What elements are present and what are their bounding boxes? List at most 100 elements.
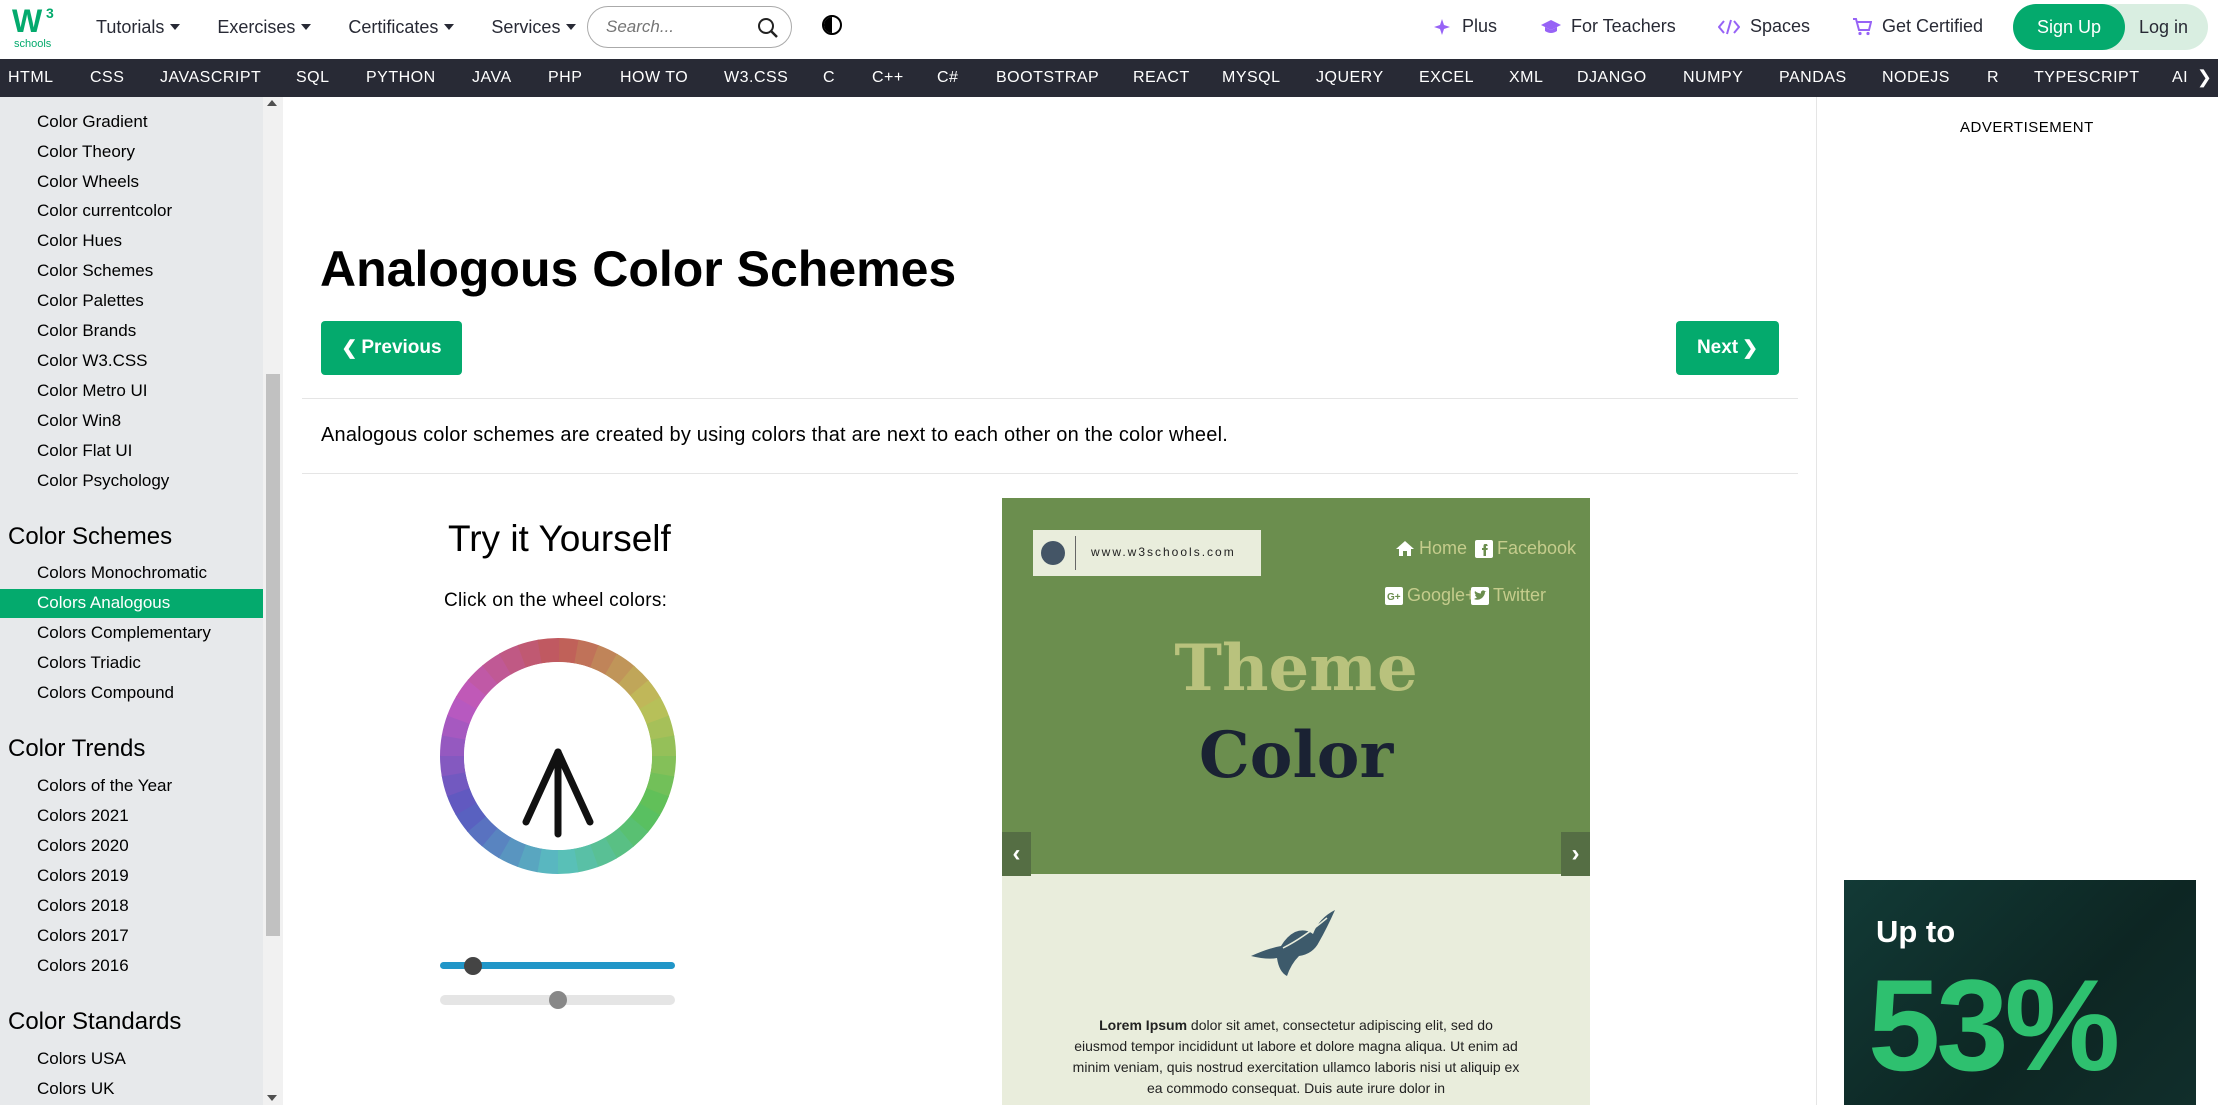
- menu-services[interactable]: Services: [491, 17, 577, 38]
- intro-text: Analogous color schemes are created by u…: [321, 424, 1228, 446]
- sidebar-item-color-brands[interactable]: Color Brands: [37, 321, 136, 341]
- theme-link-home[interactable]: Home: [1395, 538, 1467, 559]
- topic-csharp[interactable]: C#: [937, 69, 958, 87]
- topic-java[interactable]: JAVA: [472, 69, 512, 87]
- sidebar-item-color-schemes[interactable]: Color Schemes: [37, 261, 153, 281]
- sidebar-item-colors-analogous[interactable]: Colors Analogous: [0, 589, 263, 618]
- next-button[interactable]: Next ❯: [1676, 321, 1779, 375]
- sidebar-item-colors-compound[interactable]: Colors Compound: [37, 683, 174, 703]
- cart-icon: [1853, 17, 1872, 35]
- graduation-cap-icon: [1541, 19, 1561, 33]
- sidebar-item-color-metro-ui[interactable]: Color Metro UI: [37, 381, 148, 401]
- sidebar-item-color-palettes[interactable]: Color Palettes: [37, 291, 144, 311]
- search-icon[interactable]: [757, 17, 779, 39]
- sidebar: Color Gradient Color Theory Color Wheels…: [0, 97, 283, 1105]
- lightness-slider-handle[interactable]: [463, 957, 482, 975]
- caret-down-icon: [301, 24, 312, 30]
- topic-python[interactable]: PYTHON: [366, 69, 436, 87]
- topic-sql[interactable]: SQL: [296, 69, 330, 87]
- signup-button[interactable]: Sign Up: [2013, 4, 2125, 50]
- sidebar-item-color-wheels[interactable]: Color Wheels: [37, 172, 139, 192]
- sidebar-item-colors-usa[interactable]: Colors USA: [37, 1049, 126, 1069]
- topic-php[interactable]: PHP: [548, 69, 582, 87]
- theme-link-twitter[interactable]: Twitter: [1471, 585, 1546, 606]
- sidebar-item-color-w3css[interactable]: Color W3.CSS: [37, 351, 148, 371]
- sidebar-item-colors-2018[interactable]: Colors 2018: [37, 896, 129, 916]
- theme-slide-prev-arrow-icon[interactable]: ‹: [1002, 832, 1031, 876]
- top-navigation: W 3 schools Tutorials Exercises Certific…: [0, 0, 2218, 59]
- theme-link-googleplus[interactable]: G+ Google+: [1385, 585, 1476, 606]
- topic-nodejs[interactable]: NODEJS: [1882, 69, 1950, 87]
- twitter-icon: [1471, 586, 1489, 605]
- sidebar-item-color-theory[interactable]: Color Theory: [37, 142, 135, 162]
- get-certified-link[interactable]: Get Certified: [1852, 16, 1983, 37]
- dark-mode-toggle-icon[interactable]: [822, 15, 842, 35]
- sidebar-scrollbar-thumb[interactable]: [266, 374, 280, 936]
- globe-icon: [1041, 541, 1065, 565]
- previous-button[interactable]: ❮ Previous: [321, 321, 462, 375]
- sidebar-item-color-gradient[interactable]: Color Gradient: [37, 112, 148, 132]
- topic-cpp[interactable]: C++: [872, 69, 904, 87]
- try-it-instructions: Click on the wheel colors:: [444, 590, 668, 611]
- scroll-down-arrow-icon[interactable]: [267, 1095, 277, 1101]
- sidebar-item-colors-of-the-year[interactable]: Colors of the Year: [37, 776, 172, 796]
- theme-slide-next-arrow-icon[interactable]: ›: [1561, 832, 1590, 876]
- sidebar-item-color-win8[interactable]: Color Win8: [37, 411, 121, 431]
- sidebar-item-colors-complementary[interactable]: Colors Complementary: [37, 623, 211, 643]
- sidebar-item-color-flat-ui[interactable]: Color Flat UI: [37, 441, 132, 461]
- color-wheel[interactable]: [438, 636, 678, 876]
- theme-link-facebook[interactable]: Facebook: [1475, 538, 1576, 559]
- topic-css[interactable]: CSS: [90, 69, 124, 87]
- topic-xml[interactable]: XML: [1509, 69, 1543, 87]
- sidebar-item-color-psychology[interactable]: Color Psychology: [37, 471, 169, 491]
- w3schools-logo[interactable]: W 3 schools: [10, 2, 60, 52]
- search-box[interactable]: [587, 6, 792, 48]
- topic-bootstrap[interactable]: BOOTSTRAP: [996, 69, 1099, 87]
- topic-jquery[interactable]: JQUERY: [1316, 69, 1384, 87]
- caret-down-icon: [170, 24, 181, 30]
- menu-certificates[interactable]: Certificates: [348, 17, 455, 38]
- chevron-right-icon[interactable]: ❯: [2197, 67, 2212, 88]
- theme-heading-theme: Theme: [1174, 631, 1418, 706]
- sidebar-item-colors-2021[interactable]: Colors 2021: [37, 806, 129, 826]
- topic-javascript[interactable]: JAVASCRIPT: [160, 69, 261, 87]
- menu-exercises[interactable]: Exercises: [217, 17, 312, 38]
- sidebar-item-colors-2019[interactable]: Colors 2019: [37, 866, 129, 886]
- divider: [302, 473, 1798, 474]
- theme-heading-color: Color: [1198, 718, 1394, 793]
- topic-django[interactable]: DJANGO: [1577, 69, 1647, 87]
- main-menu: Tutorials Exercises Certificates Service…: [96, 0, 613, 54]
- sidebar-item-colors-2017[interactable]: Colors 2017: [37, 926, 129, 946]
- sidebar-item-color-hues[interactable]: Color Hues: [37, 231, 122, 251]
- topic-react[interactable]: REACT: [1133, 69, 1190, 87]
- topic-howto[interactable]: HOW TO: [620, 69, 688, 87]
- sidebar-item-colors-2016[interactable]: Colors 2016: [37, 956, 129, 976]
- topic-c[interactable]: C: [823, 69, 835, 87]
- for-teachers-link[interactable]: For Teachers: [1541, 16, 1676, 37]
- search-input[interactable]: [606, 17, 756, 37]
- topic-w3css[interactable]: W3.CSS: [724, 69, 788, 87]
- page-title: Analogous Color Schemes: [320, 241, 957, 297]
- topic-pandas[interactable]: PANDAS: [1779, 69, 1847, 87]
- spaces-link[interactable]: Spaces: [1718, 16, 1810, 37]
- topic-r[interactable]: R: [1987, 69, 1999, 87]
- saturation-slider-handle[interactable]: [548, 991, 567, 1009]
- facebook-icon: [1475, 539, 1493, 558]
- plus-link[interactable]: Plus: [1434, 16, 1497, 37]
- sidebar-item-colors-monochromatic[interactable]: Colors Monochromatic: [37, 563, 207, 583]
- topic-html[interactable]: HTML: [8, 69, 54, 87]
- topic-numpy[interactable]: NUMPY: [1683, 69, 1743, 87]
- advertisement-banner[interactable]: Up to 53%: [1844, 880, 2196, 1105]
- menu-tutorials[interactable]: Tutorials: [96, 17, 181, 38]
- topic-ai[interactable]: AI: [2172, 69, 2188, 87]
- sidebar-item-color-currentcolor[interactable]: Color currentcolor: [37, 201, 172, 221]
- scroll-up-arrow-icon[interactable]: [267, 100, 277, 106]
- sidebar-item-colors-uk[interactable]: Colors UK: [37, 1079, 114, 1099]
- sidebar-item-colors-triadic[interactable]: Colors Triadic: [37, 653, 141, 673]
- sidebar-item-colors-2020[interactable]: Colors 2020: [37, 836, 129, 856]
- svg-text:G+: G+: [1387, 592, 1401, 603]
- topic-excel[interactable]: EXCEL: [1419, 69, 1474, 87]
- google-plus-icon: G+: [1385, 586, 1403, 605]
- topic-mysql[interactable]: MYSQL: [1222, 69, 1281, 87]
- topic-typescript[interactable]: TYPESCRIPT: [2034, 69, 2139, 87]
